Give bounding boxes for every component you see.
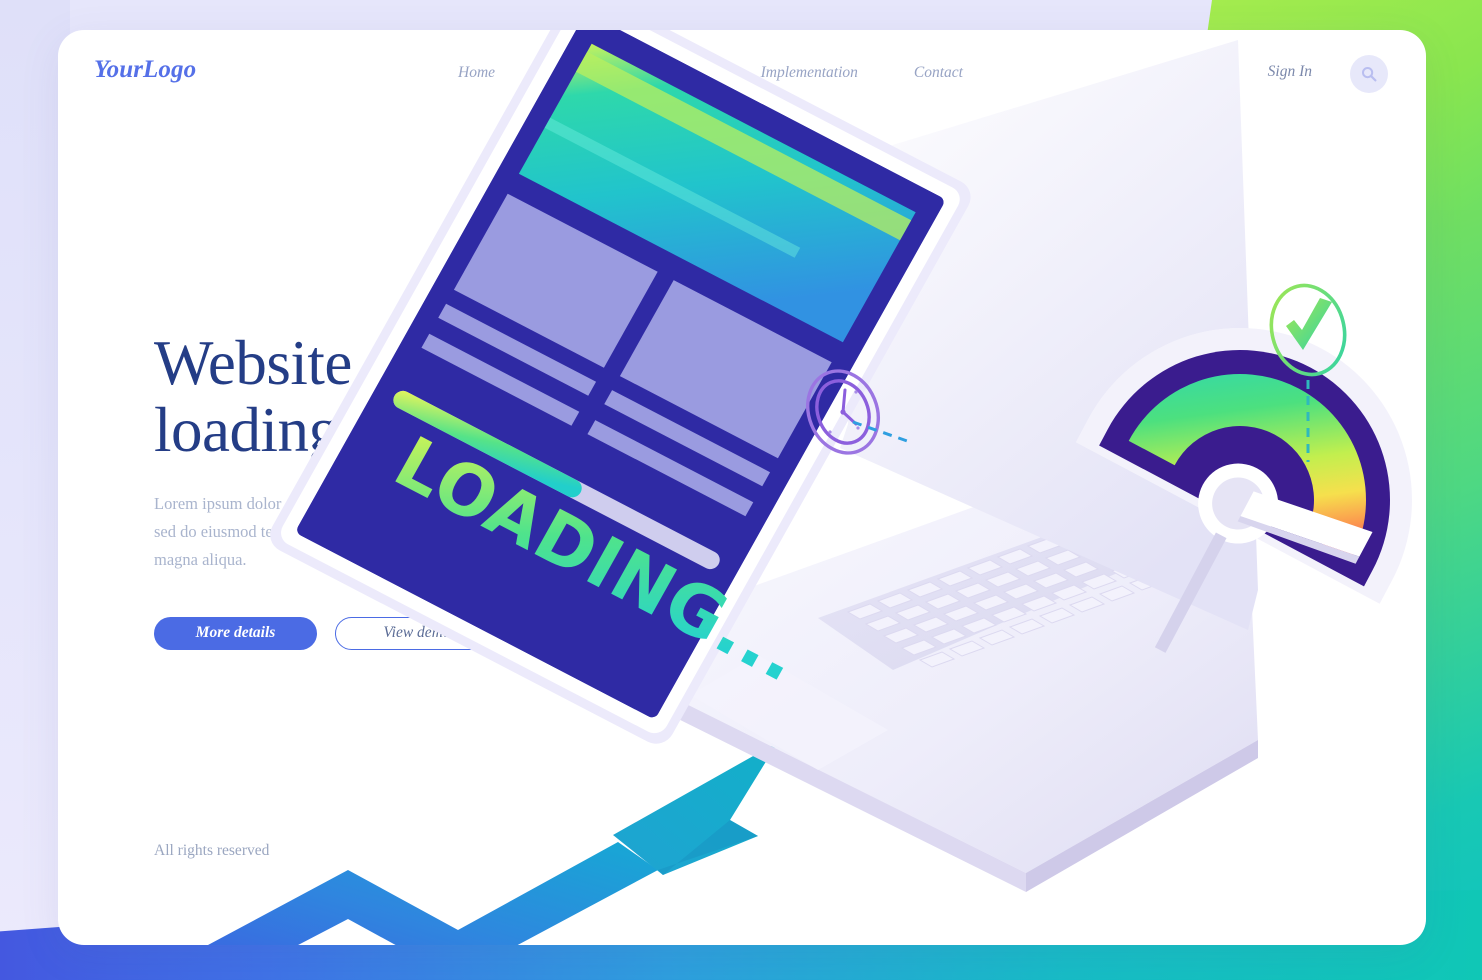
landing-card: YourLogo Home About Features Implementat… (58, 30, 1426, 945)
nav-item-contact[interactable]: Contact (914, 60, 963, 86)
speedometer-gauge (1075, 328, 1412, 653)
main-navigation: Home About Features Implementation Conta… (458, 60, 963, 89)
rights-text: All rights reserved (154, 842, 270, 859)
site-header: YourLogo Home About Features Implementat… (58, 30, 1426, 118)
sign-in-link[interactable]: Sign In (1268, 63, 1312, 81)
nav-item-features[interactable]: Features (652, 60, 707, 86)
logo[interactable]: YourLogo (94, 56, 196, 84)
growth-arrow (208, 742, 778, 945)
more-details-button[interactable]: More details (154, 616, 317, 650)
hero-section: Website loading speed Lorem ipsum dolor … (154, 330, 714, 650)
check-circle-icon (1269, 283, 1347, 377)
laptop (618, 40, 1258, 892)
nav-item-implementation[interactable]: Implementation (761, 60, 858, 86)
page-title-line2: loading speed (154, 394, 496, 465)
nav-item-about[interactable]: About (555, 60, 597, 89)
laptop-lid (846, 38, 1254, 626)
search-button[interactable] (1350, 55, 1388, 93)
hero-paragraph: Lorem ipsum dolor sit amet, consectetur … (154, 493, 522, 570)
hero-button-row: More details View demo (154, 616, 714, 650)
search-icon (1362, 67, 1377, 82)
view-demo-button[interactable]: View demo (335, 616, 499, 650)
clock-icon (806, 369, 880, 455)
page-title-line1: Website (154, 328, 352, 398)
page-title: Website loading speed (154, 330, 714, 464)
clock-connector-line (852, 420, 911, 444)
nav-item-home[interactable]: Home (458, 60, 495, 86)
